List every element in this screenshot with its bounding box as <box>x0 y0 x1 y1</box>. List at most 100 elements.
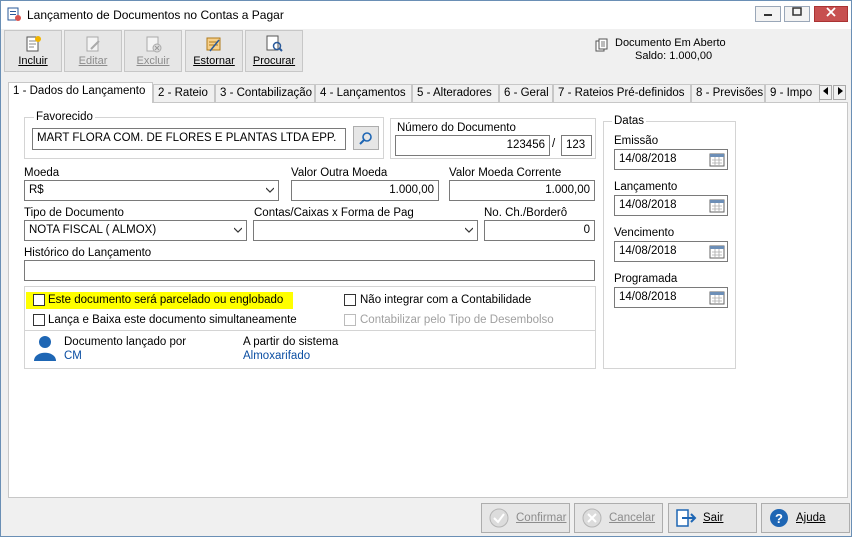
historico-field[interactable] <box>24 260 595 281</box>
sair-button[interactable]: Sair <box>668 503 757 533</box>
exit-icon <box>676 509 697 527</box>
parcela-field[interactable]: 123 <box>561 135 592 156</box>
app-icon <box>7 7 21 21</box>
delete-document-icon <box>146 36 162 53</box>
parcelado-checkbox[interactable] <box>33 294 45 306</box>
lanca-baixa-checkbox[interactable] <box>33 314 45 326</box>
editar-label: Editar <box>78 55 108 67</box>
estornar-button[interactable]: Estornar <box>185 30 243 72</box>
tab-impostos[interactable]: 9 - Impo <box>765 84 820 102</box>
calendar-icon[interactable] <box>709 290 725 305</box>
numero-documento-field[interactable]: 123456 <box>395 135 550 156</box>
minimize-button[interactable] <box>755 6 781 22</box>
contas-caixas-label: Contas/Caixas x Forma de Pag <box>254 207 414 219</box>
toolbar: Incluir Editar Excluir Estornar Procurar… <box>1 29 851 77</box>
ajuda-label: Ajuda <box>796 512 826 524</box>
tab-dados-lancamento[interactable]: 1 - Dados do Lançamento <box>8 82 153 103</box>
sistema-label: A partir do sistema <box>243 336 339 348</box>
ajuda-button[interactable]: ? Ajuda <box>761 503 850 533</box>
nao-integrar-label: Não integrar com a Contabilidade <box>360 294 532 306</box>
lanca-baixa-label: Lança e Baixa este documento simultaneam… <box>48 314 297 326</box>
calendar-icon[interactable] <box>709 198 725 213</box>
svg-text:?: ? <box>775 511 783 526</box>
cancelar-label: Cancelar <box>609 512 656 524</box>
valor-outra-moeda-field[interactable]: 1.000,00 <box>291 180 439 201</box>
lancamento-value: 14/08/2018 <box>619 199 677 211</box>
numero-documento-label: Número do Documento <box>397 122 516 134</box>
balance-text: Saldo: 1.000,00 <box>635 50 713 62</box>
vencimento-label: Vencimento <box>614 227 675 239</box>
lancamento-label: Lançamento <box>614 181 678 193</box>
historico-label: Histórico do Lançamento <box>24 247 152 259</box>
cancelar-button[interactable]: Cancelar <box>574 503 663 533</box>
title-bar: Lançamento de Documentos no Contas a Pag… <box>1 1 851 29</box>
programada-date-field[interactable]: 14/08/2018 <box>614 287 728 308</box>
excluir-button[interactable]: Excluir <box>124 30 182 72</box>
emissao-value: 14/08/2018 <box>619 153 677 165</box>
close-button[interactable] <box>814 6 848 22</box>
estornar-label: Estornar <box>193 55 235 67</box>
no-bordero-label: No. Ch./Borderô <box>484 207 568 219</box>
confirmar-button[interactable]: Confirmar <box>481 503 570 533</box>
tipo-documento-select[interactable]: NOTA FISCAL ( ALMOX) <box>24 220 247 241</box>
excluir-label: Excluir <box>136 55 170 67</box>
search-icon <box>359 132 372 145</box>
tab-rateio[interactable]: 2 - Rateio <box>153 84 215 102</box>
cancel-icon <box>582 508 602 528</box>
editar-button[interactable]: Editar <box>64 30 122 72</box>
no-bordero-field[interactable]: 0 <box>484 220 595 241</box>
moeda-value: R$ <box>29 184 44 196</box>
tab-contabilizacao[interactable]: 3 - Contabilização <box>215 84 315 102</box>
contabilizar-tipo-checkbox[interactable] <box>344 314 356 326</box>
favorecido-label: Favorecido <box>34 111 95 123</box>
tab-scroll-right[interactable] <box>833 85 846 100</box>
chevron-down-icon <box>266 187 274 193</box>
moeda-select[interactable]: R$ <box>24 180 279 201</box>
sistema-value: Almoxarifado <box>243 350 311 362</box>
tab-scroll-left[interactable] <box>819 85 832 100</box>
valor-outra-moeda-label: Valor Outra Moeda <box>291 167 388 179</box>
tab-lancamentos[interactable]: 4 - Lançamentos <box>315 84 412 102</box>
user-icon <box>34 336 56 361</box>
nao-integrar-checkbox[interactable] <box>344 294 356 306</box>
status-text: Documento Em Aberto <box>615 37 726 49</box>
reverse-document-icon <box>206 37 221 52</box>
calendar-icon[interactable] <box>709 244 725 259</box>
tab-geral[interactable]: 6 - Geral <box>499 84 553 102</box>
arrow-left-icon <box>822 87 828 95</box>
check-icon <box>489 508 509 528</box>
valor-moeda-corrente-field[interactable]: 1.000,00 <box>449 180 595 201</box>
tipo-documento-value: NOTA FISCAL ( ALMOX) <box>29 224 157 236</box>
calendar-icon[interactable] <box>709 152 725 167</box>
edit-document-icon <box>86 36 100 52</box>
numero-separator: / <box>552 138 556 150</box>
help-icon: ? <box>770 509 788 527</box>
close-icon <box>826 7 836 17</box>
lancado-por-label: Documento lançado por <box>64 336 187 348</box>
contas-caixas-select[interactable] <box>253 220 478 241</box>
moeda-label: Moeda <box>24 167 60 179</box>
datas-title: Datas <box>612 115 647 127</box>
chevron-down-icon <box>234 227 242 233</box>
emissao-date-field[interactable]: 14/08/2018 <box>614 149 728 170</box>
favorecido-field[interactable]: MART FLORA COM. DE FLORES E PLANTAS LTDA… <box>32 128 346 150</box>
programada-value: 14/08/2018 <box>619 291 677 303</box>
confirmar-label: Confirmar <box>516 512 567 524</box>
tab-previsoes[interactable]: 8 - Previsões <box>691 84 765 102</box>
tipo-documento-label: Tipo de Documento <box>24 207 124 219</box>
emissao-label: Emissão <box>614 135 659 147</box>
incluir-button[interactable]: Incluir <box>4 30 62 72</box>
lancamento-date-field[interactable]: 14/08/2018 <box>614 195 728 216</box>
maximize-button[interactable] <box>784 6 810 22</box>
favorecido-search-button[interactable] <box>353 126 379 150</box>
vencimento-value: 14/08/2018 <box>619 245 677 257</box>
tab-rateios-predefinidos[interactable]: 7 - Rateios Pré-definidos <box>553 84 691 102</box>
minimize-icon <box>764 14 772 16</box>
contabilizar-tipo-label: Contabilizar pelo Tipo de Desembolso <box>360 314 554 326</box>
vencimento-date-field[interactable]: 14/08/2018 <box>614 241 728 262</box>
new-document-icon <box>26 36 41 52</box>
procurar-button[interactable]: Procurar <box>245 30 303 72</box>
tab-alteradores[interactable]: 5 - Alteradores <box>412 84 499 102</box>
procurar-label: Procurar <box>252 55 296 67</box>
main-window: Lançamento de Documentos no Contas a Pag… <box>0 0 852 537</box>
